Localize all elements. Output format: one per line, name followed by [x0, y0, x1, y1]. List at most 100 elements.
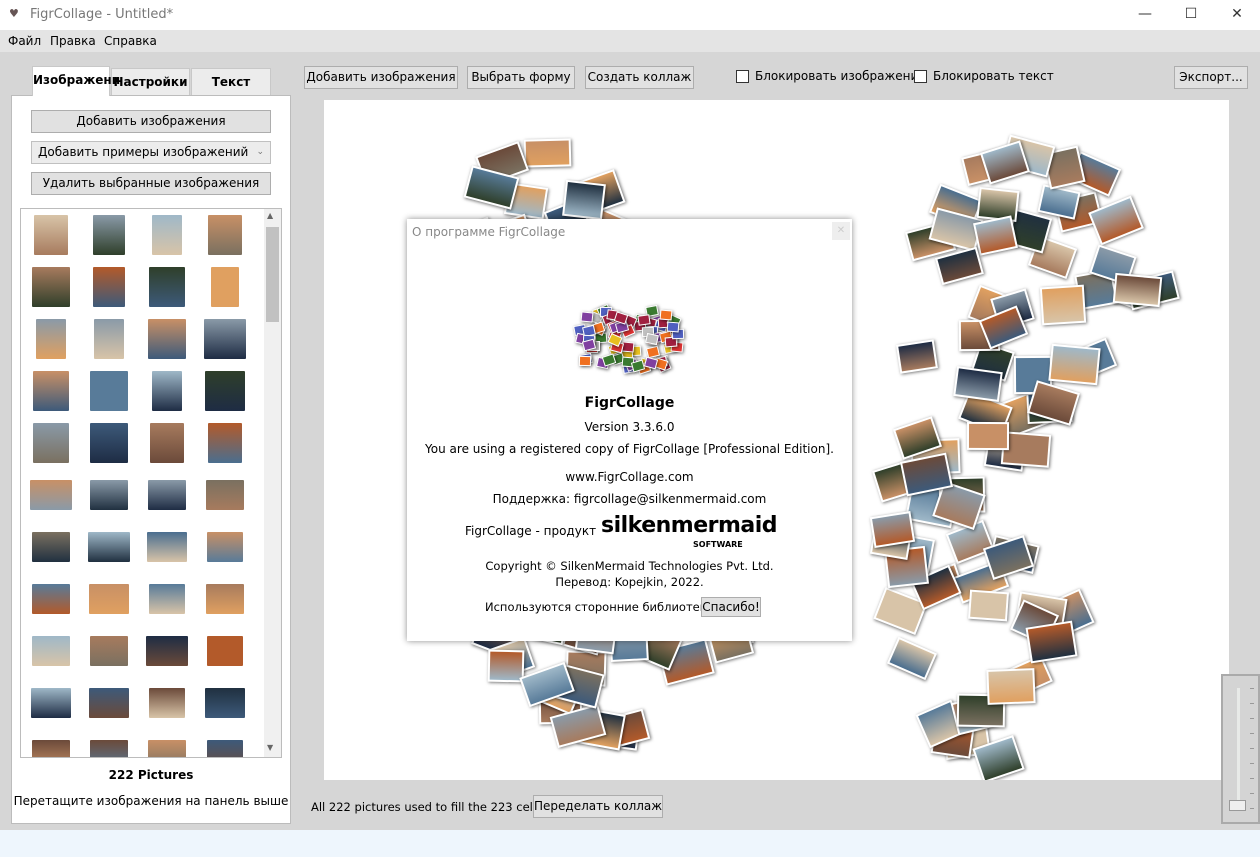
image-thumbnail[interactable]	[208, 423, 242, 463]
collage-photo[interactable]	[896, 339, 939, 375]
image-thumbnail[interactable]	[89, 371, 129, 411]
image-thumbnail[interactable]	[93, 215, 125, 255]
image-thumbnail[interactable]	[32, 267, 70, 307]
tab-images[interactable]: Изображени	[32, 66, 120, 96]
image-thumbnail[interactable]	[31, 740, 71, 757]
image-thumbnail[interactable]	[31, 688, 71, 718]
slider-tick	[1250, 748, 1254, 749]
image-thumbnail[interactable]	[88, 532, 130, 562]
image-thumbnail[interactable]	[148, 688, 186, 718]
collage-photo[interactable]	[1113, 272, 1163, 307]
image-thumbnail[interactable]	[89, 740, 129, 757]
image-thumbnail[interactable]	[210, 267, 240, 307]
toolbar-add-images-button[interactable]: Добавить изображения	[304, 66, 458, 89]
scroll-up-icon[interactable]: ▲	[267, 211, 273, 220]
image-thumbnail[interactable]	[208, 215, 242, 255]
minimize-button[interactable]: —	[1122, 0, 1168, 30]
image-thumbnail[interactable]	[146, 636, 188, 666]
scrollbar-thumb[interactable]	[266, 227, 279, 322]
lock-images-label: Блокировать изображения	[755, 69, 926, 83]
collage-photo[interactable]	[1040, 285, 1087, 326]
image-thumbnail[interactable]	[204, 371, 246, 411]
menu-help[interactable]: Справка	[104, 34, 157, 48]
maximize-button[interactable]: ☐	[1168, 0, 1214, 30]
silkenmermaid-logo: silkenmermaid	[601, 513, 778, 538]
image-thumbnail[interactable]	[88, 584, 130, 614]
slider-tick	[1250, 688, 1254, 689]
image-thumbnail[interactable]	[204, 688, 246, 718]
image-thumbnail[interactable]	[146, 532, 188, 562]
image-thumbnail[interactable]	[93, 319, 125, 359]
image-thumbnail[interactable]	[89, 480, 129, 510]
thanks-button[interactable]: Спасибо!	[701, 597, 761, 617]
image-thumbnail[interactable]	[90, 423, 128, 463]
zoom-slider[interactable]	[1221, 674, 1260, 824]
tab-settings[interactable]: Настройки	[111, 68, 190, 96]
create-collage-button[interactable]: Создать коллаж	[585, 66, 694, 89]
redo-collage-button[interactable]: Переделать коллаж	[533, 795, 663, 818]
collage-photo[interactable]	[561, 179, 606, 220]
image-thumbnail[interactable]	[33, 215, 69, 255]
collage-photo[interactable]	[953, 366, 1003, 402]
slider-tick	[1250, 703, 1254, 704]
image-thumbnail[interactable]	[152, 371, 182, 411]
image-thumbnail[interactable]	[205, 584, 245, 614]
logo-subtitle: SOFTWARE	[693, 540, 743, 549]
lock-text-checkbox[interactable]	[914, 70, 927, 83]
image-thumbnail[interactable]	[93, 267, 125, 307]
image-thumbnail[interactable]	[148, 740, 186, 757]
image-thumbnail[interactable]	[149, 423, 185, 463]
collage-photo[interactable]	[986, 667, 1036, 705]
collage-photo[interactable]	[967, 589, 1009, 622]
image-thumbnail-list[interactable]: ▲ ▼	[20, 208, 282, 758]
export-button[interactable]: Экспорт...	[1174, 66, 1248, 89]
image-thumbnail[interactable]	[31, 636, 71, 666]
lock-text-label: Блокировать текст	[933, 69, 1054, 83]
collage-photo[interactable]	[523, 138, 571, 169]
collage-photo[interactable]	[1048, 343, 1101, 385]
image-thumbnail[interactable]	[149, 267, 185, 307]
image-thumbnail[interactable]	[32, 423, 70, 463]
image-thumbnail[interactable]	[89, 636, 129, 666]
image-thumbnail[interactable]	[147, 480, 187, 510]
lock-images-checkbox[interactable]	[736, 70, 749, 83]
image-thumbnail[interactable]	[206, 636, 244, 666]
image-thumbnail[interactable]	[206, 740, 244, 757]
slider-thumb[interactable]	[1229, 800, 1246, 811]
image-thumbnail[interactable]	[148, 319, 186, 359]
image-thumbnail[interactable]	[206, 480, 244, 510]
close-icon[interactable]: ✕	[832, 222, 850, 240]
menu-file[interactable]: Файл	[8, 34, 41, 48]
menu-edit[interactable]: Правка	[50, 34, 96, 48]
scroll-down-icon[interactable]: ▼	[267, 743, 273, 752]
remove-selected-button[interactable]: Удалить выбранные изображения	[31, 172, 271, 195]
image-thumbnail[interactable]	[32, 584, 70, 614]
add-images-button[interactable]: Добавить изображения	[31, 110, 271, 133]
product-of-label: FigrCollage - продукт	[465, 524, 597, 538]
image-thumbnail[interactable]	[152, 215, 182, 255]
image-thumbnail[interactable]	[204, 319, 246, 359]
website-link[interactable]: www.FigrCollage.com	[407, 470, 852, 484]
image-thumbnail[interactable]	[88, 688, 130, 718]
image-thumbnail[interactable]	[36, 319, 66, 359]
image-thumbnail[interactable]	[32, 532, 70, 562]
image-thumbnail[interactable]	[30, 480, 72, 510]
collage-photo[interactable]	[887, 637, 938, 681]
collage-photo[interactable]	[973, 215, 1019, 256]
collage-photo[interactable]	[966, 422, 1010, 451]
choose-shape-button[interactable]: Выбрать форму	[467, 66, 575, 89]
collage-photo[interactable]	[1036, 184, 1080, 221]
title-bar: ♥ FigrCollage - Untitled* — ☐ ✕	[0, 0, 1260, 30]
image-thumbnail[interactable]	[206, 532, 244, 562]
collage-photo[interactable]	[1026, 620, 1078, 663]
close-button[interactable]: ✕	[1214, 0, 1260, 30]
add-samples-dropdown[interactable]: Добавить примеры изображений ⌄	[31, 141, 271, 164]
image-thumbnail[interactable]	[33, 371, 69, 411]
scrollbar[interactable]: ▲ ▼	[264, 209, 281, 757]
tab-text[interactable]: Текст	[191, 68, 271, 96]
collage-photo[interactable]	[870, 510, 917, 549]
third-party-label: Используются сторонние библиотеки:	[485, 600, 719, 614]
heart-photo	[659, 309, 673, 321]
image-thumbnail[interactable]	[148, 584, 185, 614]
support-email[interactable]: Поддержка: figrcollage@silkenmermaid.com	[407, 492, 852, 506]
